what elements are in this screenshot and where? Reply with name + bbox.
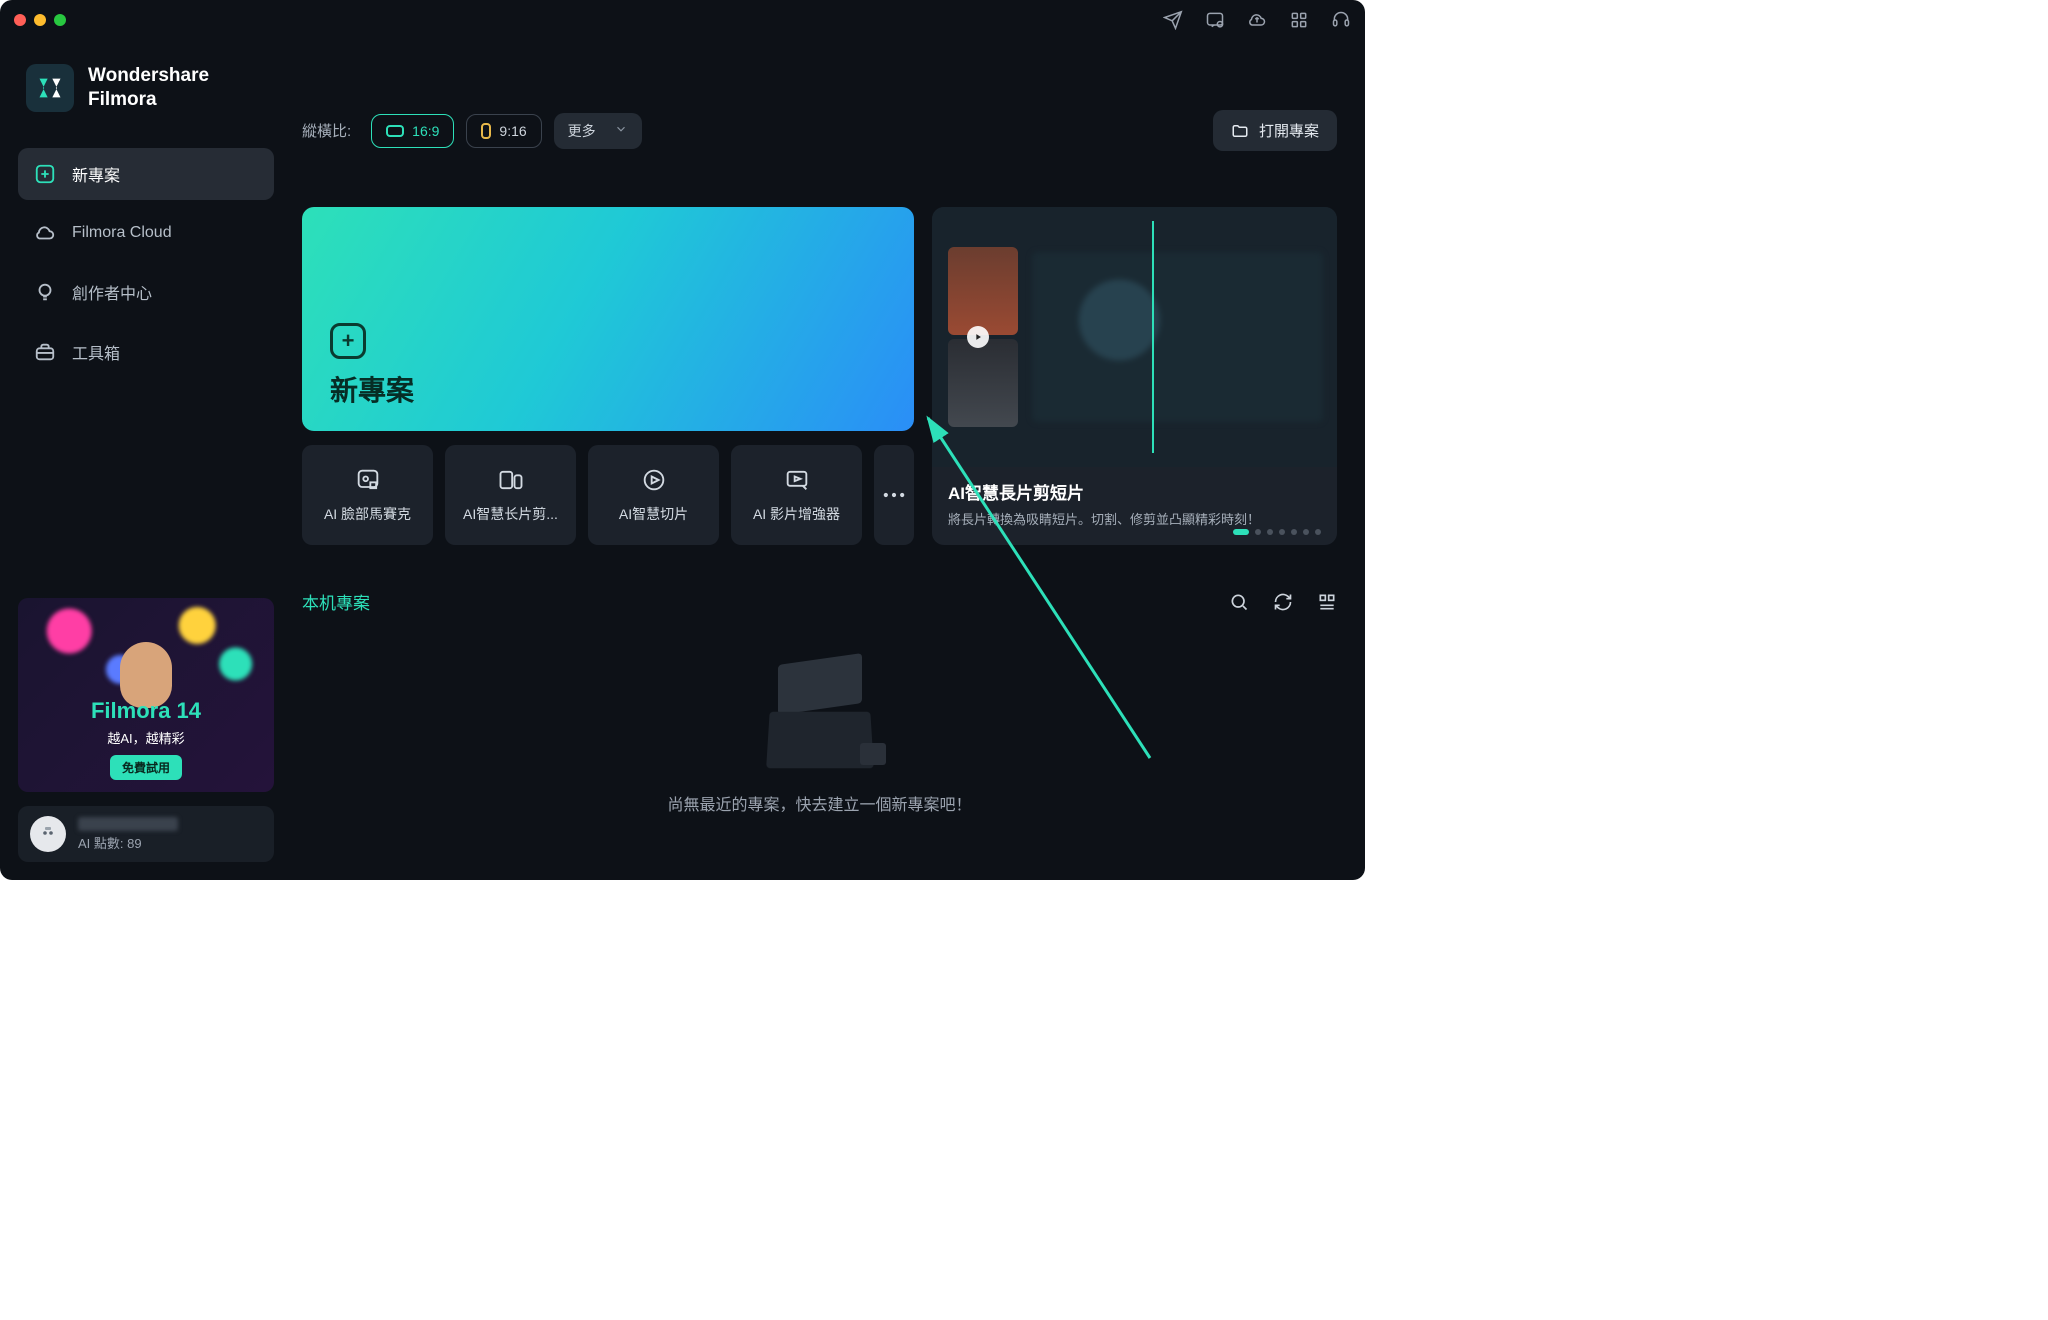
local-projects-title: 本机專案 xyxy=(302,589,370,614)
search-icon[interactable] xyxy=(1229,592,1249,612)
user-panel[interactable]: AI 點數: 89 xyxy=(18,806,274,862)
cloud-icon[interactable] xyxy=(1247,10,1267,30)
user-info: AI 點數: 89 xyxy=(78,817,178,852)
send-icon[interactable] xyxy=(1163,10,1183,30)
feature-card-image xyxy=(932,207,1337,467)
thumbnail-scene xyxy=(1032,252,1323,422)
user-name-blurred xyxy=(78,817,178,831)
message-icon[interactable] xyxy=(1205,10,1225,30)
empty-state: 尚無最近的專案，快去建立一個新專案吧！ xyxy=(302,614,1337,860)
aspect-label: 縱橫比: xyxy=(302,120,351,141)
ai-tools-row: AI 臉部馬賽克 AI智慧长片剪... AI智慧切片 AI 影片增強器 xyxy=(302,445,914,545)
enhance-icon xyxy=(783,466,811,494)
refresh-icon[interactable] xyxy=(1273,592,1293,612)
aspect-9-16[interactable]: 9:16 xyxy=(466,114,541,148)
plus-square-icon xyxy=(34,163,56,185)
hero-row: + 新專案 AI 臉部馬賽克 AI智慧长片剪... xyxy=(302,207,1337,545)
thumbnail-person-2 xyxy=(948,339,1018,427)
aspect-ratio-row: 縱橫比: 16:9 9:16 更多 打開 xyxy=(302,110,1337,151)
app-window: Wondershare Filmora 新專案 Filmora Cloud xyxy=(0,0,1365,880)
main-content: 縱橫比: 16:9 9:16 更多 打開 xyxy=(292,40,1365,880)
titlebar xyxy=(0,0,1365,40)
folder-icon xyxy=(1231,122,1249,140)
close-window[interactable] xyxy=(14,14,26,26)
new-project-label: 新專案 xyxy=(330,369,414,409)
sidebar-item-label: 新專案 xyxy=(72,162,120,186)
divider-line xyxy=(1152,221,1154,453)
view-toggle-icon[interactable] xyxy=(1317,592,1337,612)
sidebar-nav: 新專案 Filmora Cloud 創作者中心 xyxy=(18,148,274,378)
face-mosaic-icon xyxy=(354,466,382,494)
carousel-dots[interactable] xyxy=(1233,529,1321,535)
promo-title: Filmora 14 xyxy=(91,698,201,724)
brand: Wondershare Filmora xyxy=(26,64,266,112)
titlebar-actions xyxy=(1163,10,1351,30)
toolbox-icon xyxy=(34,341,56,363)
sidebar-item-new-project[interactable]: 新專案 xyxy=(18,148,274,200)
plus-icon: + xyxy=(330,323,366,359)
tile-face-mosaic[interactable]: AI 臉部馬賽克 xyxy=(302,445,433,545)
play-icon xyxy=(967,326,989,348)
tile-more[interactable] xyxy=(874,445,914,545)
bulb-icon xyxy=(34,281,56,303)
apps-icon[interactable] xyxy=(1289,10,1309,30)
empty-text: 尚無最近的專案，快去建立一個新專案吧！ xyxy=(667,791,971,815)
clip-icon xyxy=(497,466,525,494)
sidebar-item-toolbox[interactable]: 工具箱 xyxy=(18,326,274,378)
promo-try-button[interactable]: 免費試用 xyxy=(110,755,182,780)
sidebar-item-label: 工具箱 xyxy=(72,340,120,364)
brand-name: Wondershare Filmora xyxy=(88,64,209,112)
promo-subtitle: 越AI，越精彩 xyxy=(107,728,184,747)
sidebar-item-label: 創作者中心 xyxy=(72,280,152,304)
empty-box-illustration xyxy=(760,659,880,769)
tile-long-to-short[interactable]: AI智慧长片剪... xyxy=(445,445,576,545)
tile-enhancer[interactable]: AI 影片增強器 xyxy=(731,445,862,545)
new-project-card[interactable]: + 新專案 xyxy=(302,207,914,431)
open-project-button[interactable]: 打開專案 xyxy=(1213,110,1337,151)
sidebar-item-cloud[interactable]: Filmora Cloud xyxy=(18,208,274,258)
feature-card[interactable]: AI智慧長片剪短片 將長片轉換為吸睛短片。切割、修剪並凸顯精彩時刻！ xyxy=(932,207,1337,545)
brand-logo xyxy=(26,64,74,112)
feature-card-title: AI智慧長片剪短片 xyxy=(948,479,1321,504)
feature-card-desc: 將長片轉換為吸睛短片。切割、修剪並凸顯精彩時刻！ xyxy=(948,510,1321,530)
sidebar-item-creator-center[interactable]: 創作者中心 xyxy=(18,266,274,318)
smart-cut-icon xyxy=(640,466,668,494)
chevron-down-icon xyxy=(614,122,628,139)
minimize-window[interactable] xyxy=(34,14,46,26)
landscape-icon xyxy=(386,125,404,137)
sidebar-item-label: Filmora Cloud xyxy=(72,224,172,242)
fullscreen-window[interactable] xyxy=(54,14,66,26)
more-icon xyxy=(880,481,908,509)
sidebar: Wondershare Filmora 新專案 Filmora Cloud xyxy=(0,40,292,880)
thumbnail-person-1 xyxy=(948,247,1018,335)
portrait-icon xyxy=(481,123,491,139)
support-icon[interactable] xyxy=(1331,10,1351,30)
avatar xyxy=(30,816,66,852)
upgrade-promo[interactable]: Filmora 14 越AI，越精彩 免費試用 xyxy=(18,598,274,792)
window-controls xyxy=(14,14,66,26)
aspect-more[interactable]: 更多 xyxy=(554,113,642,149)
aspect-16-9[interactable]: 16:9 xyxy=(371,114,454,148)
ai-credits: AI 點數: 89 xyxy=(78,833,178,852)
cloud-icon xyxy=(34,222,56,244)
tile-smart-cut[interactable]: AI智慧切片 xyxy=(588,445,719,545)
local-projects-header: 本机專案 xyxy=(302,589,1337,614)
